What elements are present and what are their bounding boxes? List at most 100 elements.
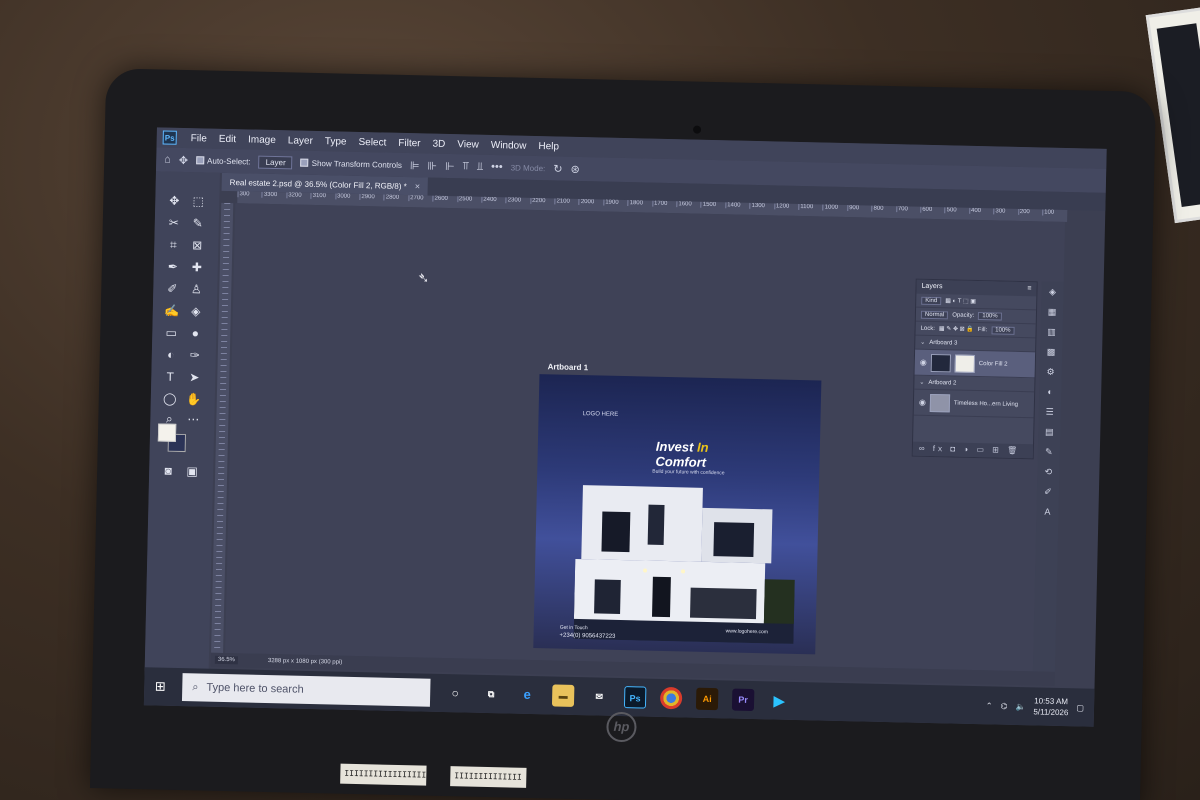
menu-image[interactable]: Image bbox=[242, 134, 282, 146]
edge-icon[interactable]: e bbox=[516, 684, 538, 706]
network-icon[interactable]: ⌬ bbox=[1000, 701, 1007, 710]
dodge-tool-icon[interactable]: ◐ bbox=[160, 345, 182, 363]
cortana-icon[interactable]: ○ bbox=[444, 682, 466, 704]
chevron-down-icon[interactable]: ⌄ bbox=[919, 379, 924, 386]
channels-panel-icon[interactable]: ▤ bbox=[1038, 421, 1060, 441]
align-top-icon[interactable]: ⫪ bbox=[463, 160, 469, 173]
menu-edit[interactable]: Edit bbox=[213, 133, 242, 145]
shape-tool-icon[interactable]: ◯ bbox=[159, 389, 181, 407]
screen-mode-icon[interactable]: ▣ bbox=[181, 462, 203, 480]
patterns-panel-icon[interactable]: ▩ bbox=[1040, 341, 1062, 361]
menu-select[interactable]: Select bbox=[352, 136, 392, 148]
lock-icons[interactable]: ▦ ✎ ✥ ⊠ 🔒 bbox=[939, 325, 974, 333]
3d-rotate-icon[interactable]: ↻ bbox=[553, 162, 563, 175]
folder-icon[interactable]: ▭ bbox=[976, 445, 987, 454]
swatches-panel-icon[interactable]: ▦ bbox=[1041, 301, 1063, 321]
windows-start-icon[interactable]: ⊞ bbox=[144, 678, 176, 695]
taskbar-search-box[interactable]: ⌕ Type here to search bbox=[181, 673, 431, 707]
layer-dropdown[interactable]: Layer bbox=[258, 155, 293, 169]
menu-type[interactable]: Type bbox=[319, 136, 353, 148]
align-left-icon[interactable]: ⊫ bbox=[410, 159, 420, 172]
illustrator-taskbar-icon[interactable]: Ai bbox=[695, 687, 719, 711]
artboard[interactable]: LOGO HERE Invest In Comfort Build your f… bbox=[533, 374, 822, 655]
mask-icon[interactable]: ◘ bbox=[950, 444, 958, 453]
volume-icon[interactable]: 🔈 bbox=[1015, 701, 1025, 710]
blur-tool-icon[interactable]: ● bbox=[184, 324, 206, 342]
premiere-taskbar-icon[interactable]: Pr bbox=[731, 688, 755, 712]
properties-panel-icon[interactable]: ⚙ bbox=[1039, 361, 1061, 381]
gradients-panel-icon[interactable]: ▥ bbox=[1040, 321, 1062, 341]
history-brush-icon[interactable]: ✍ bbox=[161, 301, 183, 319]
quick-mask-icon[interactable]: ◙ bbox=[157, 461, 179, 479]
eye-icon[interactable]: ◉ bbox=[919, 398, 926, 407]
menu-filter[interactable]: Filter bbox=[392, 137, 426, 149]
panel-menu-icon[interactable]: ≡ bbox=[1027, 285, 1031, 293]
history-panel-icon[interactable]: ⟲ bbox=[1037, 461, 1059, 481]
marquee-tool-icon[interactable]: ⬚ bbox=[187, 192, 209, 210]
stamp-tool-icon[interactable]: ♙ bbox=[185, 280, 207, 298]
filter-icons[interactable]: ▦ ◐ T ⬚ ▣ bbox=[945, 297, 976, 305]
move-tool-icon[interactable]: ✥ bbox=[163, 192, 185, 210]
foreground-color-swatch[interactable] bbox=[157, 423, 177, 442]
healing-brush-icon[interactable]: ✚ bbox=[186, 258, 208, 276]
home-icon[interactable]: ⌂ bbox=[164, 154, 171, 166]
align-right-icon[interactable]: ⊩ bbox=[445, 159, 455, 172]
eye-icon[interactable]: ◉ bbox=[920, 358, 927, 367]
brushes-panel-icon[interactable]: ✐ bbox=[1037, 481, 1059, 501]
crop-tool-icon[interactable]: ⌗ bbox=[162, 236, 184, 254]
paths-panel-icon[interactable]: ✎ bbox=[1038, 441, 1060, 461]
task-view-icon[interactable]: ⧉ bbox=[480, 683, 502, 705]
fill-field[interactable]: 100% bbox=[991, 325, 1015, 335]
type-tool-icon[interactable]: T bbox=[159, 367, 181, 385]
tray-chevron-icon[interactable]: ⌃ bbox=[986, 701, 993, 710]
adjustments-panel-icon[interactable]: ◐ bbox=[1039, 381, 1061, 401]
blend-mode-dropdown[interactable]: Normal bbox=[920, 310, 949, 319]
adjustment-icon[interactable]: ◑ bbox=[963, 445, 971, 454]
libraries-panel-icon[interactable]: ☰ bbox=[1039, 401, 1061, 421]
zoom-level-field[interactable]: 36.5% bbox=[214, 655, 239, 665]
quick-select-tool-icon[interactable]: ✎ bbox=[187, 214, 209, 232]
fx-icon[interactable]: fx bbox=[933, 444, 945, 453]
more-options-icon[interactable]: ••• bbox=[491, 161, 503, 173]
layer-row-timeless[interactable]: ◉ Timeless Ho...ern Living bbox=[913, 389, 1035, 419]
align-middle-icon[interactable]: ⫫ bbox=[477, 160, 483, 173]
menu-file[interactable]: File bbox=[185, 132, 213, 144]
eraser-tool-icon[interactable]: ◈ bbox=[185, 302, 207, 320]
menu-3d[interactable]: 3D bbox=[426, 138, 451, 150]
move-tool-icon[interactable]: ✥ bbox=[179, 153, 189, 166]
menu-view[interactable]: View bbox=[451, 139, 485, 151]
eyedropper-tool-icon[interactable]: ✒ bbox=[162, 257, 184, 275]
chevron-down-icon[interactable]: ⌄ bbox=[920, 339, 925, 346]
auto-select-checkbox[interactable]: Auto-Select: bbox=[196, 156, 251, 166]
menu-help[interactable]: Help bbox=[532, 140, 565, 152]
chrome-icon[interactable] bbox=[659, 686, 683, 710]
layers-panel-title[interactable]: Layers bbox=[921, 283, 942, 291]
align-center-icon[interactable]: ⊪ bbox=[427, 159, 437, 172]
new-layer-icon[interactable]: ⊞ bbox=[992, 445, 1002, 454]
frame-tool-icon[interactable]: ⊠ bbox=[186, 236, 208, 254]
path-select-icon[interactable]: ➤ bbox=[183, 368, 205, 386]
file-explorer-icon[interactable]: ▬ bbox=[551, 684, 575, 707]
kind-filter-dropdown[interactable]: Kind bbox=[921, 296, 942, 305]
link-icon[interactable]: ∞ bbox=[919, 444, 928, 453]
clock[interactable]: 10:53 AM 5/11/2026 bbox=[1033, 695, 1068, 718]
menu-window[interactable]: Window bbox=[485, 139, 533, 151]
artboard-label[interactable]: Artboard 1 bbox=[548, 362, 589, 372]
media-player-icon[interactable]: ▶ bbox=[768, 689, 790, 711]
lasso-tool-icon[interactable]: ✂ bbox=[163, 214, 185, 232]
document-size-info[interactable]: 3288 px x 1080 px (300 ppi) bbox=[268, 658, 343, 666]
3d-orbit-icon[interactable]: ⊛ bbox=[570, 162, 580, 175]
mail-icon[interactable]: ✉ bbox=[588, 685, 610, 707]
color-panel-icon[interactable]: ◈ bbox=[1041, 281, 1063, 301]
opacity-field[interactable]: 100% bbox=[978, 311, 1002, 321]
more-tools-icon[interactable]: ⋯ bbox=[182, 410, 204, 428]
notifications-icon[interactable]: ▢ bbox=[1076, 703, 1084, 712]
character-panel-icon[interactable]: A bbox=[1036, 501, 1058, 521]
trash-icon[interactable]: 🗑 bbox=[1007, 446, 1020, 455]
layer-row-color-fill[interactable]: ◉ Color Fill 2 bbox=[914, 349, 1036, 379]
gradient-tool-icon[interactable]: ▭ bbox=[160, 323, 182, 341]
brush-tool-icon[interactable]: ✐ bbox=[161, 279, 183, 297]
menu-layer[interactable]: Layer bbox=[282, 135, 319, 147]
show-transform-checkbox[interactable]: Show Transform Controls bbox=[300, 158, 402, 169]
photoshop-taskbar-icon[interactable]: Ps bbox=[623, 686, 647, 709]
